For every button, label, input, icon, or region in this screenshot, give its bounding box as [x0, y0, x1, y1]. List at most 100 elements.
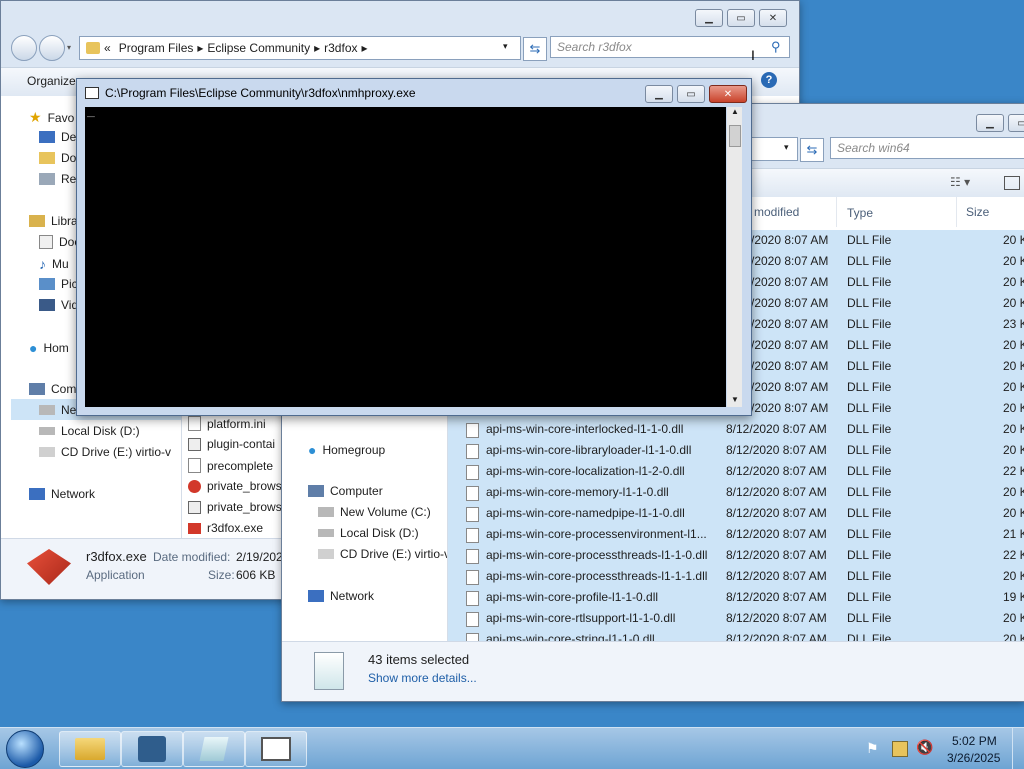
- nav-computer[interactable]: Com: [29, 382, 76, 396]
- column-header-type[interactable]: Type: [847, 206, 873, 220]
- table-row[interactable]: api-ms-win-core-namedpipe-l1-1-0.dll 8/12…: [448, 503, 1024, 525]
- date-modified: 8/12/2020 8:07 AM: [726, 632, 827, 641]
- list-item[interactable]: r3dfox.exe: [188, 521, 263, 535]
- nav-libraries[interactable]: Libra: [29, 214, 78, 228]
- chevron-right-icon[interactable]: ▸: [362, 41, 368, 55]
- forward-button[interactable]: [39, 35, 65, 61]
- nav-music[interactable]: ♪ Mu: [39, 256, 69, 272]
- nav-local-disk-d[interactable]: Local Disk (D:): [318, 526, 419, 540]
- address-bar[interactable]: « Program Files ▸ Eclipse Community ▸ r3…: [79, 36, 521, 60]
- nav-computer[interactable]: Computer: [308, 484, 383, 498]
- chevron-right-icon[interactable]: ▸: [314, 41, 320, 55]
- drive-icon: [318, 529, 334, 537]
- chevron-right-icon[interactable]: ▸: [197, 41, 203, 55]
- maximize-button[interactable]: ▭: [677, 85, 705, 103]
- nav-local-disk-d[interactable]: Local Disk (D:): [39, 424, 140, 438]
- clock-date[interactable]: 3/26/2025: [947, 751, 1000, 765]
- nav-favorites[interactable]: ★ Favo: [29, 109, 74, 126]
- table-row[interactable]: api-ms-win-core-memory-l1-1-0.dll 8/12/20…: [448, 482, 1024, 504]
- scroll-up-arrow-icon[interactable]: ▲: [731, 107, 739, 116]
- file-name: api-ms-win-core-namedpipe-l1-1-0.dll: [486, 506, 685, 520]
- nav-homegroup[interactable]: ● Homegroup: [308, 442, 385, 458]
- table-row[interactable]: api-ms-win-core-rtlsupport-l1-1-0.dll 8/1…: [448, 608, 1024, 630]
- table-row[interactable]: api-ms-win-core-profile-l1-1-0.dll 8/12/2…: [448, 587, 1024, 609]
- refresh-icon[interactable]: ⇆: [800, 138, 824, 162]
- taskbar-network-app-button[interactable]: [121, 731, 183, 767]
- music-icon: ♪: [39, 256, 46, 272]
- address-dropdown-icon[interactable]: ▾: [503, 41, 508, 52]
- minimize-button[interactable]: ▁: [976, 114, 1004, 132]
- clock-time[interactable]: 5:02 PM: [952, 734, 997, 748]
- start-orb-icon[interactable]: [6, 730, 44, 768]
- minimize-button[interactable]: ▁: [645, 85, 673, 103]
- breadcrumb-r3dfox[interactable]: r3dfox: [324, 41, 357, 55]
- show-desktop-button[interactable]: [1012, 728, 1024, 769]
- table-row[interactable]: api-ms-win-core-localization-l1-2-0.dll 8…: [448, 461, 1024, 483]
- scroll-down-arrow-icon[interactable]: ▼: [731, 395, 739, 404]
- column-divider[interactable]: [956, 197, 957, 227]
- list-item[interactable]: precomplete: [188, 458, 273, 473]
- table-row[interactable]: api-ms-win-core-processenvironment-l1...…: [448, 524, 1024, 546]
- file-type: DLL File: [847, 275, 892, 289]
- nav-pictures[interactable]: Pic: [39, 277, 78, 291]
- volume-muted-icon[interactable]: 🔇: [916, 739, 933, 756]
- show-more-details-link[interactable]: Show more details...: [368, 671, 477, 685]
- action-center-flag-icon[interactable]: ⚑: [866, 740, 879, 757]
- nav-homegroup[interactable]: ● Hom: [29, 340, 69, 356]
- list-item[interactable]: platform.ini: [188, 416, 266, 431]
- preview-pane-icon[interactable]: [1004, 176, 1020, 190]
- maximize-button[interactable]: ▭: [727, 9, 755, 27]
- taskbar-explorer-button[interactable]: [59, 731, 121, 767]
- console-window[interactable]: C:\Program Files\Eclipse Community\r3dfo…: [76, 78, 752, 416]
- organize-button[interactable]: Organize: [27, 74, 76, 88]
- scroll-thumb[interactable]: [729, 125, 741, 147]
- table-row[interactable]: api-ms-win-core-processthreads-l1-1-0.dl…: [448, 545, 1024, 567]
- search-input[interactable]: Search win64: [830, 137, 1024, 159]
- list-item[interactable]: private_brows: [188, 479, 282, 493]
- taskbar-notebook-button[interactable]: [183, 731, 245, 767]
- nav-network[interactable]: Network: [29, 487, 95, 501]
- list-item[interactable]: plugin-contai: [188, 437, 275, 451]
- file-type: DLL File: [847, 590, 892, 604]
- file-size: 20 K: [1003, 296, 1024, 310]
- maximize-button[interactable]: ▭: [1008, 114, 1024, 132]
- recent-pages-icon[interactable]: ▾: [67, 43, 71, 52]
- file-size: 20 K: [1003, 569, 1024, 583]
- file-name: api-ms-win-core-interlocked-l1-1-0.dll: [486, 422, 684, 436]
- nav-cd-drive[interactable]: CD Drive (E:) virtio-v: [39, 445, 171, 459]
- breadcrumb-overflow[interactable]: «: [104, 41, 111, 55]
- minimize-button[interactable]: ▁: [695, 9, 723, 27]
- refresh-icon[interactable]: ⇆: [523, 37, 547, 61]
- nav-cd-drive[interactable]: CD Drive (E:) virtio-v: [318, 547, 450, 561]
- file-type: DLL File: [847, 611, 892, 625]
- table-row[interactable]: api-ms-win-core-string-l1-1-0.dll 8/12/20…: [448, 629, 1024, 641]
- breadcrumb-eclipse-community[interactable]: Eclipse Community: [207, 41, 310, 55]
- network-tray-icon[interactable]: [892, 741, 908, 757]
- nav-network[interactable]: Network: [308, 589, 374, 603]
- close-button[interactable]: ✕: [759, 9, 787, 27]
- nav-new-volume[interactable]: New Volume (C:): [318, 505, 431, 519]
- column-header-size[interactable]: Size: [966, 205, 989, 219]
- back-button[interactable]: [11, 35, 37, 61]
- date-modified: 8/12/2020 8:07 AM: [726, 464, 827, 478]
- table-row[interactable]: api-ms-win-core-processthreads-l1-1-1.dl…: [448, 566, 1024, 588]
- nav-videos[interactable]: Vid: [39, 298, 78, 312]
- close-button[interactable]: ✕: [709, 85, 747, 103]
- nav-label: Mu: [52, 257, 69, 271]
- table-row[interactable]: api-ms-win-core-libraryloader-l1-1-0.dll…: [448, 440, 1024, 462]
- file-type: DLL File: [847, 485, 892, 499]
- console-output[interactable]: _: [85, 103, 726, 407]
- file-name: r3dfox.exe: [207, 521, 264, 535]
- column-header-modified[interactable]: modified: [754, 205, 799, 219]
- table-row[interactable]: api-ms-win-core-interlocked-l1-1-0.dll 8/…: [448, 419, 1024, 441]
- taskbar-window-button[interactable]: [245, 731, 307, 767]
- breadcrumb-program-files[interactable]: Program Files: [119, 41, 194, 55]
- address-dropdown-icon[interactable]: ▾: [784, 142, 789, 153]
- list-item[interactable]: private_brows: [188, 500, 282, 514]
- search-icon[interactable]: ⚲: [771, 39, 781, 55]
- column-divider[interactable]: [836, 197, 837, 227]
- view-options-icon[interactable]: ☷ ▾: [950, 175, 970, 189]
- help-icon[interactable]: ?: [761, 72, 777, 88]
- console-scrollbar[interactable]: ▲ ▼: [727, 107, 742, 407]
- nav-documents[interactable]: Doc: [39, 235, 80, 249]
